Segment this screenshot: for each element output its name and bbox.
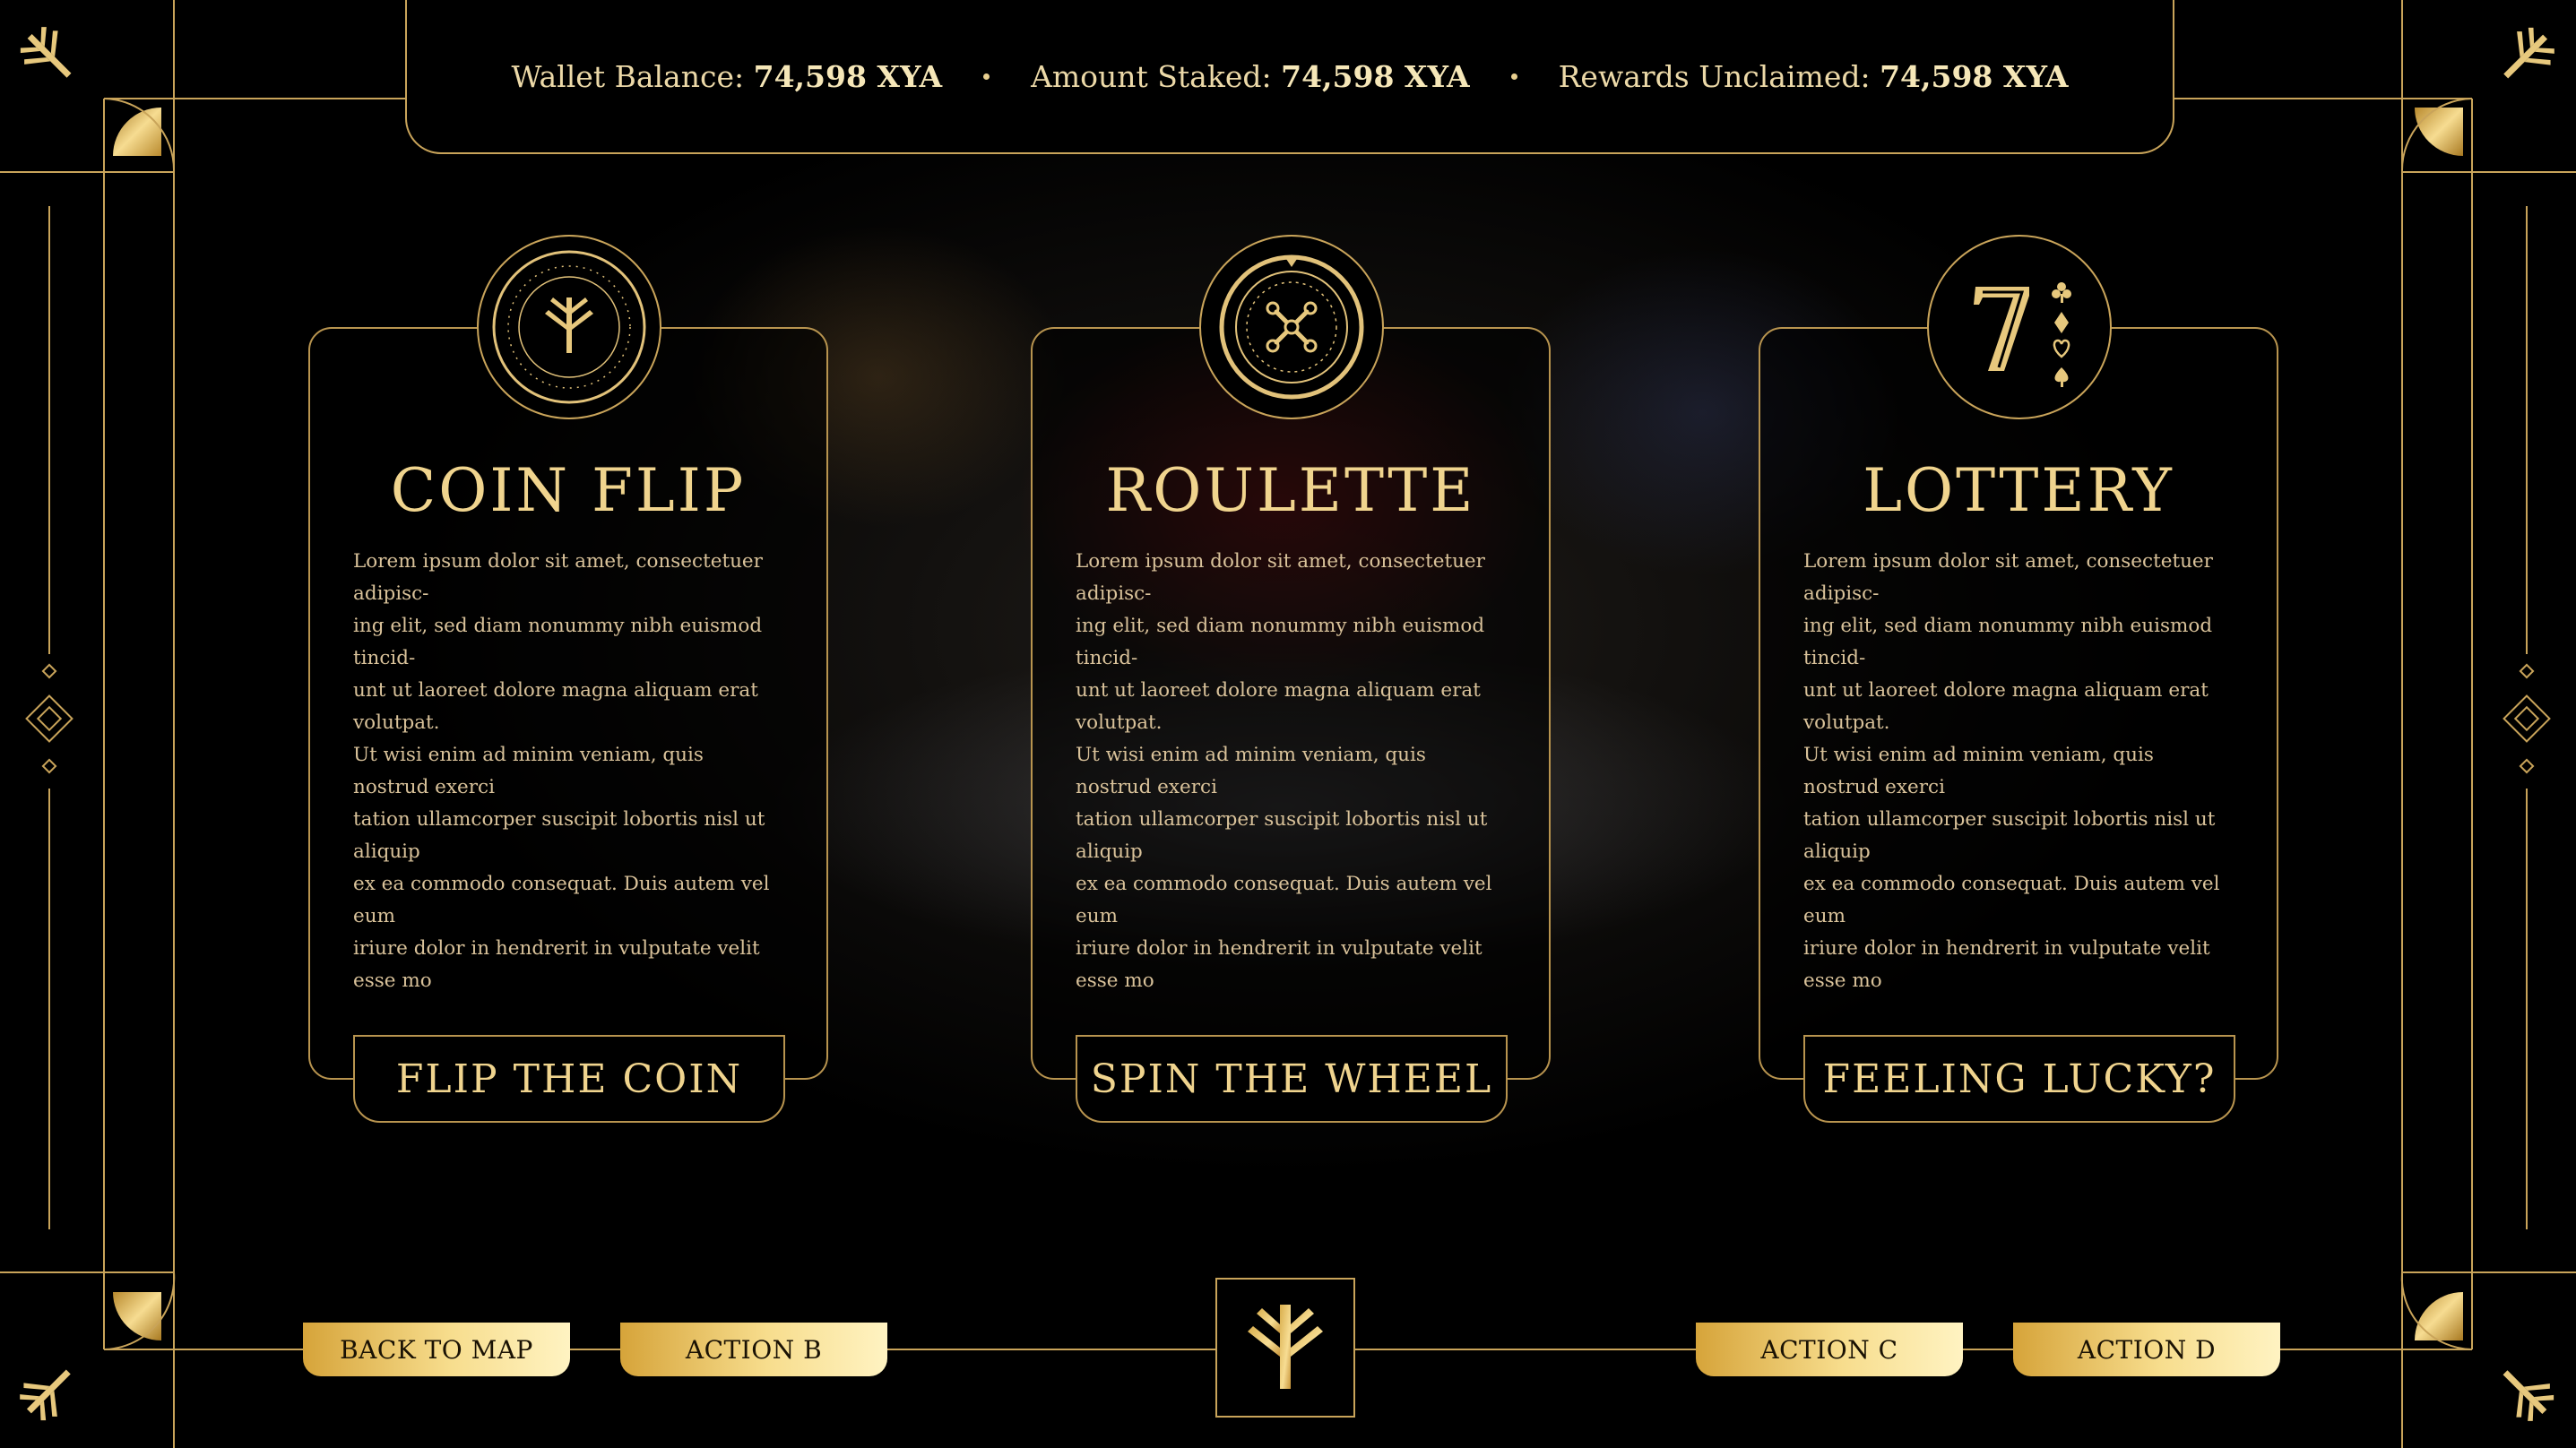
separator-dot (1510, 73, 1517, 80)
description-line: unt ut laoreet dolore magna aliquam erat… (353, 679, 758, 734)
description-line: Lorem ipsum dolor sit amet, consectetuer… (1803, 550, 2213, 605)
description-line: Ut wisi enim ad minim veniam, quis nostr… (1076, 744, 1426, 798)
rewards-unclaimed: Rewards Unclaimed: 74,598 XYA (1558, 58, 2069, 94)
corner-logo-icon (20, 27, 72, 78)
description-line: tation ullamcorper suscipit lobortis nis… (1803, 808, 2216, 863)
spin-the-wheel-button[interactable]: SPIN THE WHEEL (1076, 1035, 1508, 1123)
action-b-button[interactable]: ACTION B (620, 1323, 887, 1376)
description-line: Ut wisi enim ad minim veniam, quis nostr… (353, 744, 704, 798)
game-description: Lorem ipsum dolor sit amet, consectetuer… (1803, 546, 2234, 997)
description-line: unt ut laoreet dolore magna aliquam erat… (1076, 679, 1481, 734)
description-line: ing elit, sed diam nonummy nibh euismod … (353, 615, 763, 669)
description-line: tation ullamcorper suscipit lobortis nis… (353, 808, 765, 863)
corner-logo-icon (20, 1369, 71, 1421)
description-line: iriure dolor in hendrerit in vulputate v… (1803, 937, 2210, 992)
back-to-map-button[interactable]: BACK TO MAP (303, 1323, 570, 1376)
game-description: Lorem ipsum dolor sit amet, consectetuer… (353, 546, 783, 997)
description-line: ex ea commodo consequat. Duis autem vel … (353, 873, 770, 927)
description-line: Lorem ipsum dolor sit amet, consectetuer… (1076, 550, 1485, 605)
description-line: ing elit, sed diam nonummy nibh euismod … (1076, 615, 1485, 669)
description-line: iriure dolor in hendrerit in vulputate v… (353, 937, 760, 992)
game-title: ROULETTE (1105, 456, 1476, 525)
description-line: tation ullamcorper suscipit lobortis nis… (1076, 808, 1488, 863)
roulette-wheel-icon (1199, 235, 1384, 419)
game-card-roulette: ROULETTE Lorem ipsum dolor sit amet, con… (1031, 327, 1551, 1080)
description-line: ing elit, sed diam nonummy nibh euismod … (1803, 615, 2213, 669)
game-card-lottery: LOTTERY Lorem ipsum dolor sit amet, cons… (1759, 327, 2278, 1080)
coin-icon (477, 235, 661, 419)
wallet-status-bar: Wallet Balance: 74,598 XYA Amount Staked… (405, 0, 2174, 154)
amount-staked: Amount Staked: 74,598 XYA (1031, 58, 1470, 94)
game-title: LOTTERY (1863, 456, 2174, 525)
description-line: ex ea commodo consequat. Duis autem vel … (1076, 873, 1492, 927)
corner-logo-icon (2503, 1370, 2554, 1421)
game-description: Lorem ipsum dolor sit amet, consectetuer… (1076, 546, 1506, 997)
tree-logo-icon (1215, 1278, 1355, 1418)
lucky-seven-icon (1927, 235, 2112, 419)
description-line: ex ea commodo consequat. Duis autem vel … (1803, 873, 2220, 927)
corner-logo-icon (2503, 27, 2554, 79)
description-line: iriure dolor in hendrerit in vulputate v… (1076, 937, 1482, 992)
separator-dot (983, 73, 990, 80)
game-card-coin-flip: COIN FLIP Lorem ipsum dolor sit amet, co… (308, 327, 828, 1080)
flip-the-coin-button[interactable]: FLIP THE COIN (353, 1035, 785, 1123)
feeling-lucky-button[interactable]: FEELING LUCKY? (1803, 1035, 2235, 1123)
description-line: unt ut laoreet dolore magna aliquam erat… (1803, 679, 2209, 734)
description-line: Ut wisi enim ad minim veniam, quis nostr… (1803, 744, 2154, 798)
action-d-button[interactable]: ACTION D (2013, 1323, 2280, 1376)
game-screen: Wallet Balance: 74,598 XYA Amount Staked… (0, 0, 2576, 1448)
description-line: Lorem ipsum dolor sit amet, consectetuer… (353, 550, 763, 605)
wallet-balance: Wallet Balance: 74,598 XYA (511, 58, 943, 94)
game-title: COIN FLIP (390, 456, 747, 525)
action-c-button[interactable]: ACTION C (1696, 1323, 1963, 1376)
